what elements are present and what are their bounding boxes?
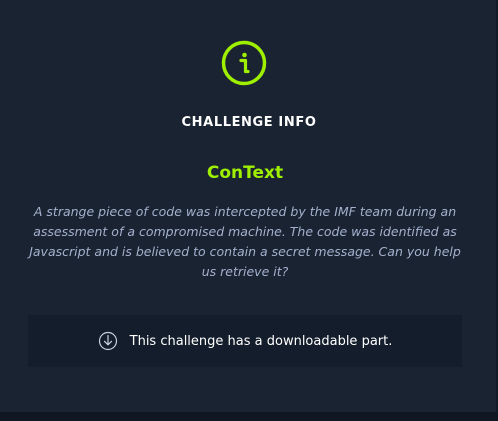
download-circle-icon <box>98 331 117 351</box>
info-circle-icon <box>221 40 267 86</box>
download-notice-text: This challenge has a downloadable part. <box>129 333 393 349</box>
section-heading: CHALLENGE INFO <box>181 115 317 130</box>
challenge-description: A strange piece of code was intercepted … <box>29 204 461 279</box>
bottom-divider <box>0 412 498 421</box>
challenge-name: ConText <box>206 163 284 183</box>
challenge-info-card: CHALLENGE INFO ConText A strange piece o… <box>0 0 498 412</box>
download-notice[interactable]: This challenge has a downloadable part. <box>28 315 462 367</box>
